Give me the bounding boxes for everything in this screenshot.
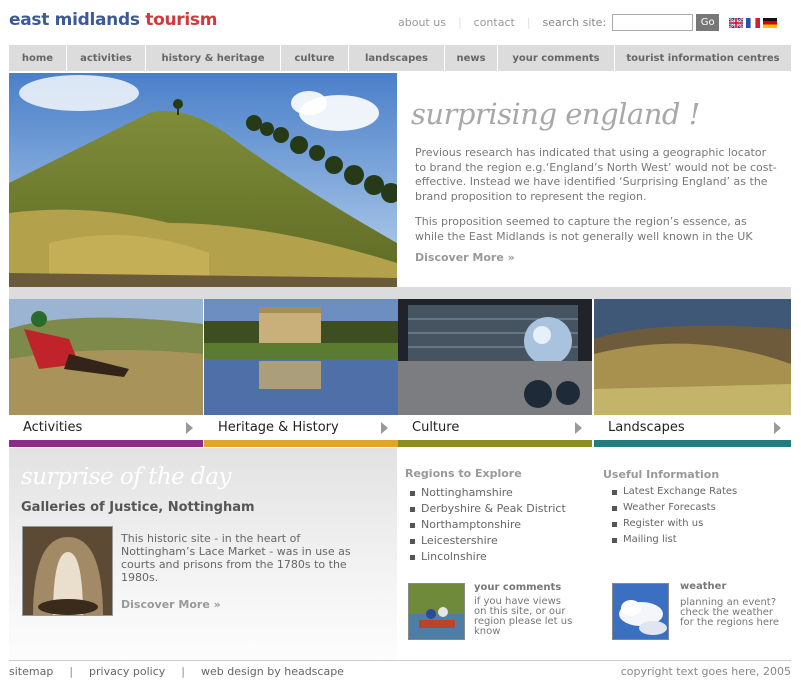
useful-info-heading: Useful Information (603, 468, 720, 481)
contact-link[interactable]: contact (474, 16, 515, 29)
comments-heading[interactable]: your comments (474, 582, 561, 593)
german-flag-icon[interactable] (763, 17, 778, 28)
nav-culture[interactable]: culture (281, 45, 349, 71)
culture-image[interactable] (398, 299, 592, 415)
divider: | (181, 665, 185, 678)
tile-activities[interactable]: Activities (9, 416, 203, 440)
hero-paragraph-2: This proposition seemed to capture the r… (415, 215, 753, 243)
top-links: about us | contact | search site: Go (398, 14, 778, 31)
region-leicestershire[interactable]: Leicestershire (407, 533, 566, 549)
arrow-right-icon (381, 422, 388, 434)
nav-activities[interactable]: activities (67, 45, 146, 71)
tile-culture[interactable]: Culture (398, 416, 592, 440)
footer-divider (9, 660, 791, 661)
comments-text: if you have views on this site, or our r… (474, 596, 573, 637)
register-link[interactable]: Register with us (609, 516, 737, 532)
surprise-of-the-day: surprise of the day Galleries of Justice… (9, 448, 397, 660)
nav-tourist-info-centres[interactable]: tourist information centres (615, 45, 791, 71)
surprise-title: surprise of the day (21, 464, 232, 490)
nav-history-heritage[interactable]: history & heritage (146, 45, 281, 71)
hero-discover-more-link[interactable]: Discover More » (415, 251, 515, 264)
region-nottinghamshire[interactable]: Nottinghamshire (407, 485, 566, 501)
search-label: search site: (542, 16, 607, 29)
hero-landscape-image (9, 73, 397, 287)
landscapes-image[interactable] (594, 299, 791, 415)
tile-activities-label: Activities (23, 420, 83, 435)
divider: | (69, 665, 74, 678)
weather-text: planning an event? check the weather for… (680, 597, 780, 628)
hero-paragraph-1: Previous research has indicated that usi… (415, 146, 777, 203)
weather-heading[interactable]: weather (680, 581, 726, 592)
search-input[interactable] (612, 14, 694, 31)
regions-heading: Regions to Explore (405, 467, 522, 480)
heritage-image[interactable] (204, 299, 398, 415)
section-divider (9, 287, 791, 299)
language-flags (729, 17, 778, 28)
region-lincolnshire[interactable]: Lincolnshire (407, 549, 566, 565)
arrow-right-icon (186, 422, 193, 434)
regions-list: Nottinghamshire Derbyshire & Peak Distri… (407, 485, 566, 565)
about-link[interactable]: about us (398, 16, 446, 29)
region-derbyshire[interactable]: Derbyshire & Peak District (407, 501, 566, 517)
hero-intro: surprising england ! Previous research h… (397, 73, 791, 287)
site-logo[interactable]: east midlands tourism (9, 10, 217, 30)
copyright-text: copyright text goes here, 2005 (620, 665, 791, 678)
logo-text-accent: tourism (145, 10, 218, 30)
surprise-subtitle: Galleries of Justice, Nottingham (21, 500, 255, 515)
weather-forecasts-link[interactable]: Weather Forecasts (609, 500, 737, 516)
nav-news[interactable]: news (445, 45, 498, 71)
heritage-color-bar (204, 440, 398, 447)
landscapes-color-bar (594, 440, 791, 447)
activities-color-bar (9, 440, 203, 447)
arrow-right-icon (575, 422, 582, 434)
tile-heritage-label: Heritage & History (218, 420, 339, 435)
hero-title: surprising england ! (411, 97, 700, 131)
tile-heritage-history[interactable]: Heritage & History (204, 416, 398, 440)
footer-links: sitemap | privacy policy | web design by… (9, 665, 344, 678)
useful-info-list: Latest Exchange Rates Weather Forecasts … (609, 484, 737, 548)
main-nav: home activities history & heritage cultu… (9, 45, 791, 71)
logo-text-primary: east midlands (9, 10, 146, 30)
activities-image[interactable] (9, 299, 203, 415)
divider: | (526, 16, 531, 29)
surprise-discover-more-link[interactable]: Discover More » (121, 598, 221, 611)
culture-color-bar (398, 440, 592, 447)
mailing-list-link[interactable]: Mailing list (609, 532, 737, 548)
tile-culture-label: Culture (412, 420, 460, 435)
arrow-right-icon (774, 422, 781, 434)
weather-image[interactable] (612, 583, 669, 640)
comments-image[interactable] (408, 583, 465, 640)
privacy-policy-link[interactable]: privacy policy (89, 665, 165, 678)
tile-landscapes-label: Landscapes (608, 420, 685, 435)
surprise-image[interactable] (22, 526, 113, 616)
exchange-rates-link[interactable]: Latest Exchange Rates (609, 484, 737, 500)
region-northamptonshire[interactable]: Northamptonshire (407, 517, 566, 533)
nav-landscapes[interactable]: landscapes (349, 45, 445, 71)
go-button[interactable]: Go (696, 14, 720, 31)
tile-landscapes[interactable]: Landscapes (594, 416, 791, 440)
french-flag-icon[interactable] (746, 17, 761, 28)
web-design-credit-link[interactable]: web design by headscape (201, 665, 344, 678)
nav-your-comments[interactable]: your comments (498, 45, 615, 71)
surprise-description: This historic site - in the heart of Not… (121, 532, 351, 584)
nav-home[interactable]: home (9, 45, 67, 71)
divider: | (457, 16, 462, 29)
sitemap-link[interactable]: sitemap (9, 665, 53, 678)
uk-flag-icon[interactable] (729, 17, 744, 28)
